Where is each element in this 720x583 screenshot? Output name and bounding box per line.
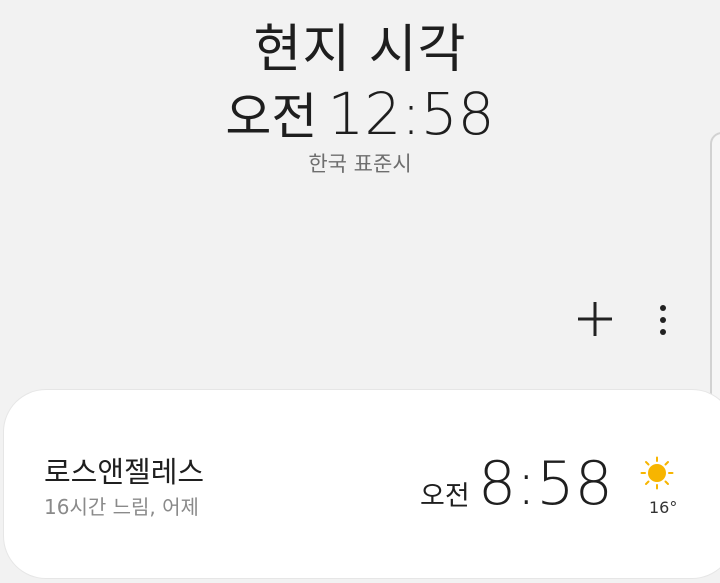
local-ampm: 오전 [225, 88, 318, 146]
local-clock: 12:58 [327, 80, 495, 148]
plus-icon[interactable] [576, 300, 614, 338]
city-time: 8:58 [478, 449, 613, 519]
city-name: 로스앤젤레스 [44, 455, 205, 489]
local-time-header: 현지 시각 오전 12:58 한국 표준시 [0, 0, 720, 200]
local-timezone: 한국 표준시 [308, 152, 412, 176]
more-vertical-icon[interactable] [648, 300, 678, 340]
temperature: 16° [649, 498, 678, 517]
time-difference: 16시간 느림, 어제 [44, 495, 199, 519]
city-ampm: 오전 [420, 481, 470, 512]
edge-panel-handle[interactable] [710, 132, 720, 406]
page-title: 현지 시각 [253, 20, 467, 80]
world-clock-card[interactable]: 로스앤젤레스 16시간 느림, 어제 오전 8:58 16° [4, 390, 720, 578]
local-time-display: 오전 12:58 [0, 82, 720, 149]
sun-icon [640, 456, 674, 490]
